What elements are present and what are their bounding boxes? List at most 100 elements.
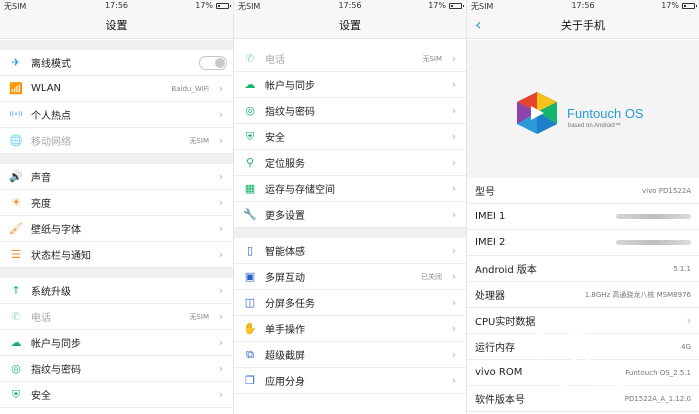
chevron-right-icon: ›	[451, 374, 457, 387]
chevron-right-icon: ›	[218, 196, 224, 209]
status-bar: 无SIM 17:56 17%	[234, 0, 466, 13]
row-label: 个人热点	[31, 111, 71, 122]
about-row-value: 1.8GHz 高通骁龙八核 MSM8976	[584, 290, 691, 299]
chevron-right-icon: ›	[451, 348, 457, 361]
chevron-right-icon: ›	[218, 248, 224, 261]
row-label: 定位服务	[265, 159, 305, 170]
battery-percent: 17%	[195, 1, 213, 10]
hotspot-icon: ((•))	[9, 110, 23, 118]
settings-row[interactable]: ✆ 电话 无SIM ›	[234, 46, 466, 72]
row-label: 状态栏与通知	[31, 251, 91, 262]
chevron-right-icon: ›	[451, 104, 457, 117]
settings-row[interactable]: ⧉ 超级截屏 ›	[234, 342, 466, 368]
row-label: 分屏多任务	[265, 299, 315, 310]
chevron-right-icon: ›	[218, 284, 224, 297]
row-label: 指纹与密码	[265, 107, 315, 118]
offline-mode-toggle[interactable]	[199, 55, 227, 70]
about-info-list: 型号 vivo PD1522A IMEI 1 IMEI 2 Android 版本 5.1.…	[467, 178, 699, 412]
about-row: 运行内存 4G	[467, 334, 699, 360]
about-row-label: Android 版本	[475, 265, 537, 276]
chevron-right-icon: ›	[686, 314, 691, 327]
settings-panel-2: 无SIM 17:56 17% 设置 ✆ 电话 无SIM › ☁ 帐户与同步 › ◎ 指纹与密码 ›…	[233, 0, 466, 414]
about-phone-panel: 无SIM 17:56 17% ‹ 关于手机 Funtouch OS based …	[466, 0, 699, 414]
chevron-right-icon: ›	[218, 82, 224, 95]
about-row-label: IMEI 1	[475, 211, 506, 222]
speaker-icon: 🔊	[9, 169, 23, 183]
statusbar-icon: ☰	[11, 247, 21, 261]
chevron-right-icon: ›	[451, 182, 457, 195]
settings-row[interactable]: ☰ 状态栏与通知 ›	[0, 242, 233, 268]
brush-icon: 🖌	[9, 221, 23, 235]
page-title-text: 关于手机	[561, 19, 605, 32]
row-label: 壁纸与字体	[31, 225, 81, 236]
row-label: 帐户与同步	[265, 81, 315, 92]
chevron-right-icon: ›	[451, 296, 457, 309]
settings-row[interactable]: ✈ 离线模式	[0, 50, 233, 76]
settings-row[interactable]: ↑ 系统升级 ›	[0, 278, 233, 304]
row-label: 电话	[265, 55, 285, 66]
about-row: 软件版本号 PD1522A_A_1.12.0	[467, 386, 699, 412]
about-row-value: Funtouch OS_2.5.1	[625, 368, 691, 377]
logo-text: Funtouch OS	[567, 106, 644, 121]
settings-row[interactable]: ▦ 运存与存储空间 ›	[234, 176, 466, 202]
battery-percent: 17%	[428, 1, 446, 10]
about-row-value: 4G	[681, 342, 691, 351]
about-row-value: PD1522A_A_1.12.0	[624, 394, 691, 403]
row-label: 移动网络	[31, 137, 71, 148]
row-label: 系统升级	[31, 287, 71, 298]
settings-row[interactable]: 🌐 移动网络 无SIM ›	[0, 128, 233, 154]
cloud-icon: ☁	[244, 77, 256, 91]
fingerprint-icon: ◎	[11, 361, 21, 375]
settings-row[interactable]: ⛨ 安全 ›	[0, 382, 233, 408]
settings-row[interactable]: ☀ 亮度 ›	[0, 190, 233, 216]
page-title: ‹ 关于手机	[467, 13, 699, 39]
about-row-label: 处理器	[475, 291, 505, 302]
chevron-right-icon: ›	[218, 222, 224, 235]
logo-subtext: based on Android™	[568, 123, 621, 129]
settings-row[interactable]: ☁ 帐户与同步 ›	[234, 72, 466, 98]
row-label: 离线模式	[31, 59, 71, 70]
settings-row[interactable]: ⚲ 定位服务 ›	[234, 150, 466, 176]
sun-icon: ☀	[11, 195, 21, 209]
settings-row[interactable]: 🖌 壁纸与字体 ›	[0, 216, 233, 242]
row-value: 无SIM	[189, 136, 209, 145]
location-icon: ⚲	[245, 155, 255, 169]
settings-row[interactable]: ✆ 电话 无SIM ›	[0, 304, 233, 330]
status-bar: 无SIM 17:56 17%	[467, 0, 699, 13]
wifi-icon: 📶	[9, 81, 23, 95]
settings-row[interactable]: 📶 WLAN Baidu_WiFi ›	[0, 76, 233, 102]
chevron-right-icon: ›	[451, 208, 457, 221]
settings-row[interactable]: ⛨ 安全 ›	[234, 124, 466, 150]
settings-row[interactable]: 🔧 更多设置 ›	[234, 202, 466, 228]
chevron-right-icon: ›	[451, 130, 457, 143]
settings-row[interactable]: ❐ 应用分身 ›	[234, 368, 466, 394]
about-row-label: vivo ROM	[475, 367, 523, 378]
row-label: 多屏互动	[265, 273, 305, 284]
chevron-right-icon: ›	[218, 170, 224, 183]
status-bar: 无SIM 17:56 17%	[0, 0, 233, 13]
row-label: 更多设置	[265, 211, 305, 222]
settings-row[interactable]: ◎ 指纹与密码 ›	[234, 98, 466, 124]
settings-panel-1: 无SIM 17:56 17% 设置 ✈ 离线模式 📶 WLAN Baidu_WiFi ›(…	[0, 0, 233, 414]
battery-icon	[682, 2, 697, 9]
settings-row[interactable]: ▯ 智能体感 ›	[234, 238, 466, 264]
settings-row[interactable]: ☁ 帐户与同步 ›	[0, 330, 233, 356]
settings-row[interactable]: ◎ 指纹与密码 ›	[0, 356, 233, 382]
settings-row[interactable]: 🔊 声音 ›	[0, 164, 233, 190]
settings-row[interactable]: ✋ 单手操作 ›	[234, 316, 466, 342]
settings-row[interactable]: ▣ 多屏互动 已关闭 ›	[234, 264, 466, 290]
about-row[interactable]: CPU实时数据 ›	[467, 308, 699, 334]
chevron-right-icon: ›	[218, 134, 224, 147]
about-row-label: IMEI 2	[475, 237, 506, 248]
redacted-value	[616, 214, 691, 219]
chevron-right-icon: ›	[218, 388, 224, 401]
row-label: 单手操作	[265, 325, 305, 336]
chevron-right-icon: ›	[451, 244, 457, 257]
shield-icon: ⛨	[11, 387, 21, 401]
settings-row[interactable]: ((•)) 个人热点 ›	[0, 102, 233, 128]
back-chevron-icon[interactable]: ‹	[475, 13, 481, 37]
settings-row[interactable]: ◫ 分屏多任务 ›	[234, 290, 466, 316]
row-value: 无SIM	[189, 312, 209, 321]
row-label: WLAN	[31, 83, 62, 94]
about-row-label: 运行内存	[475, 343, 515, 354]
